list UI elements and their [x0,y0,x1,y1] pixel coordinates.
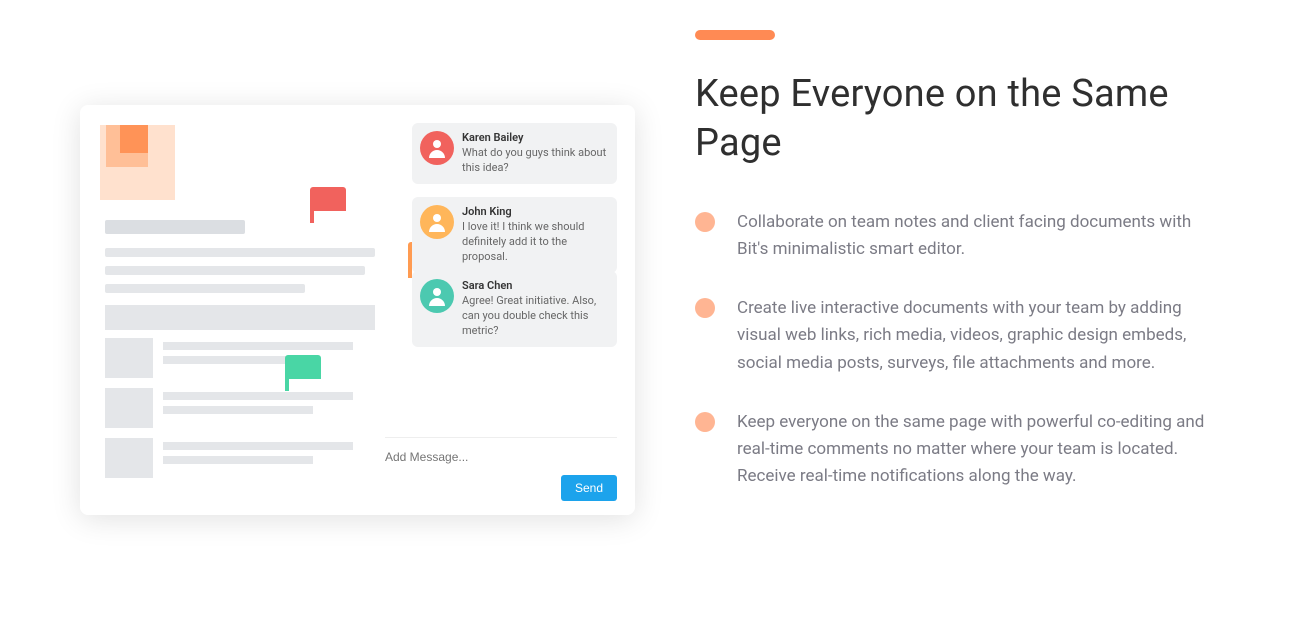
bullet-text: Keep everyone on the same page with powe… [737,409,1215,491]
feature-text-column: Keep Everyone on the Same Page Collabora… [695,20,1215,522]
comment-bubble: Sara Chen Agree! Great initiative. Also,… [412,271,617,347]
accent-bar [695,30,775,40]
comment-text: Agree! Great initiative. Also, can you d… [462,294,607,339]
comment-bubble: Karen Bailey What do you guys think abou… [412,123,617,184]
comment-flag-teal [285,355,321,379]
comment-author: Karen Bailey [462,131,607,144]
avatar [420,205,454,239]
doc-logo-placeholder [100,125,175,200]
comment-text: What do you guys think about this idea? [462,146,607,176]
comment-bubble: John King I love it! I think we should d… [412,197,617,273]
avatar [420,279,454,313]
feature-bullet: Collaborate on team notes and client fac… [695,209,1215,263]
comment-text: I love it! I think we should definitely … [462,220,607,265]
bullet-dot-icon [695,298,715,318]
bullet-text: Collaborate on team notes and client fac… [737,209,1215,263]
bullet-dot-icon [695,412,715,432]
doc-body-placeholder [105,220,385,488]
avatar [420,131,454,165]
message-input[interactable] [385,450,617,464]
send-button[interactable]: Send [561,475,617,501]
comment-author: John King [462,205,607,218]
comment-flag-red [310,187,346,211]
section-heading: Keep Everyone on the Same Page [695,70,1215,169]
bullet-text: Create live interactive documents with y… [737,295,1215,377]
feature-bullet: Create live interactive documents with y… [695,295,1215,377]
feature-bullet: Keep everyone on the same page with powe… [695,409,1215,491]
comment-author: Sara Chen [462,279,607,292]
message-input-row [385,437,617,465]
editor-preview-card: Karen Bailey What do you guys think abou… [80,105,635,515]
bullet-dot-icon [695,212,715,232]
